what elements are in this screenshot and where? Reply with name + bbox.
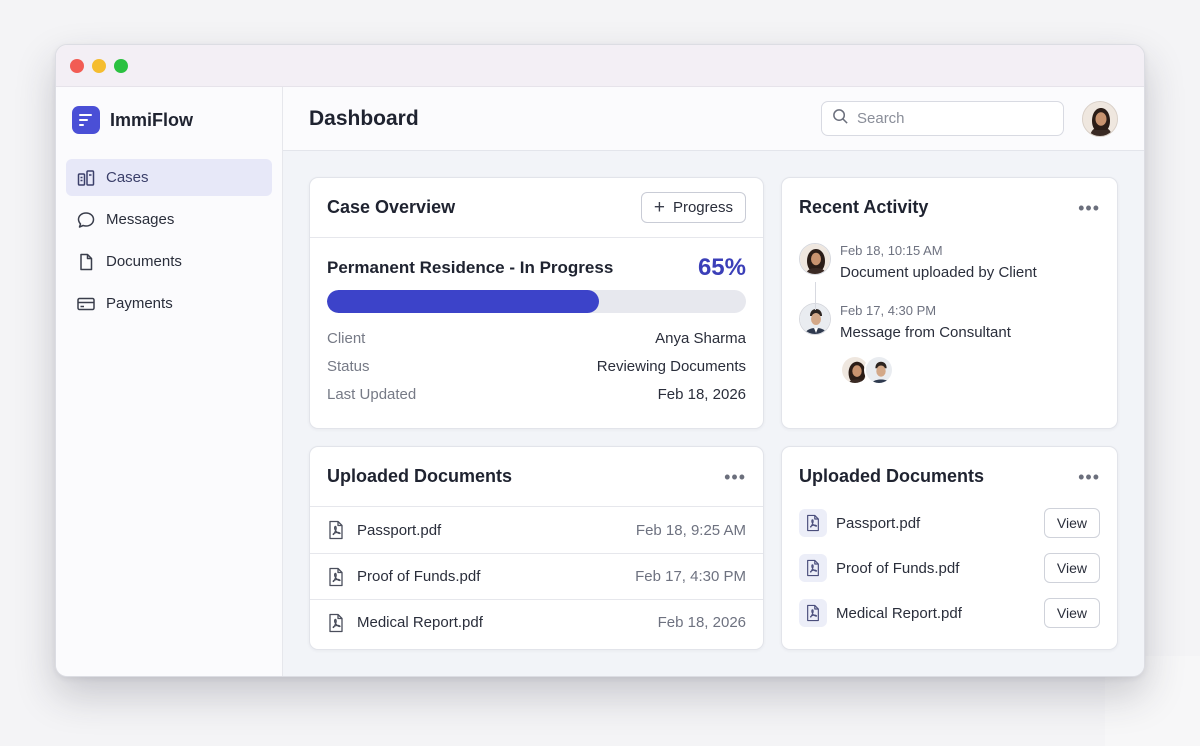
document-row[interactable]: Medical Report.pdf Feb 18, 2026 [310, 599, 763, 645]
timeline-connector [815, 282, 816, 310]
window-titlebar [56, 45, 1144, 87]
uploaded-documents-actions-card: Uploaded Documents ••• Passport.pdf View [781, 446, 1118, 650]
detail-value: Anya Sharma [655, 330, 746, 347]
minimize-window-button[interactable] [92, 58, 106, 73]
pdf-file-icon [329, 520, 343, 540]
detail-row-status: Status Reviewing Documents [327, 358, 746, 375]
case-name: Permanent Residence - In Progress [327, 258, 614, 277]
app-window: ImmiFlow Cases Messages Documents Paymen… [55, 44, 1145, 677]
brand-name: ImmiFlow [110, 109, 194, 130]
credit-card-icon [76, 294, 96, 314]
sidebar-item-label: Cases [106, 169, 149, 186]
brand[interactable]: ImmiFlow [66, 105, 272, 135]
pdf-file-icon [799, 509, 827, 537]
sidebar-item-label: Documents [106, 253, 182, 270]
activity-item: Feb 17, 4:30 PM Message from Consultant [799, 303, 1100, 341]
document-name: Medical Report.pdf [836, 604, 962, 622]
progress-bar [327, 290, 746, 313]
case-details: Client Anya Sharma Status Reviewing Docu… [327, 330, 746, 403]
document-row: Proof of Funds.pdf View [799, 553, 1100, 583]
user-avatar[interactable] [1082, 100, 1118, 137]
progress-bar-fill [327, 290, 600, 313]
view-document-button[interactable]: View [1043, 598, 1100, 628]
card-title: Recent Activity [799, 197, 929, 217]
activity-time: Feb 17, 4:30 PM [840, 303, 937, 318]
detail-row-last-updated: Last Updated Feb 18, 2026 [327, 386, 746, 403]
detail-value: Feb 18, 2026 [657, 386, 746, 403]
more-options-icon[interactable]: ••• [1078, 468, 1100, 486]
maximize-window-button[interactable] [114, 58, 128, 73]
more-options-icon[interactable]: ••• [724, 468, 746, 486]
page-title: Dashboard [309, 106, 419, 130]
activity-text: Message from Consultant [840, 324, 1011, 341]
search-icon [832, 108, 849, 130]
detail-row-client: Client Anya Sharma [327, 330, 746, 347]
close-window-button[interactable] [70, 58, 84, 73]
pdf-file-icon [799, 554, 827, 582]
document-row[interactable]: Proof of Funds.pdf Feb 17, 4:30 PM [310, 553, 763, 599]
participants-avatars [840, 355, 1100, 385]
main-area: Dashboard Search Case Overview + Progres… [283, 87, 1144, 676]
consultant-avatar [864, 355, 894, 385]
pdf-file-icon [329, 613, 343, 632]
activity-text: Document uploaded by Client [840, 264, 1037, 281]
pdf-file-icon [799, 599, 827, 627]
brand-logo-icon [72, 106, 100, 134]
document-date: Feb 18, 9:25 AM [635, 521, 746, 539]
pdf-file-icon [329, 567, 343, 586]
document-list: Passport.pdf Feb 18, 9:25 AM Proof of Fu… [310, 507, 763, 645]
search-box[interactable] [821, 101, 1064, 136]
document-row[interactable]: Passport.pdf Feb 18, 9:25 AM [310, 507, 763, 553]
sidebar-item-messages[interactable]: Messages [66, 201, 272, 238]
view-document-button[interactable]: View [1043, 508, 1100, 538]
chat-bubble-icon [76, 210, 96, 230]
sidebar: ImmiFlow Cases Messages Documents Paymen… [56, 87, 283, 676]
uploaded-documents-card: Uploaded Documents ••• Passport.pdf Feb … [309, 446, 764, 650]
search-input[interactable] [857, 110, 1047, 127]
document-name: Passport.pdf [357, 521, 442, 539]
activity-time: Feb 18, 10:15 AM [840, 243, 943, 258]
card-title: Uploaded Documents [327, 466, 513, 486]
add-progress-button[interactable]: + Progress [640, 192, 746, 223]
sidebar-nav: Cases Messages Documents Payments [66, 159, 272, 322]
detail-key: Client [327, 330, 366, 347]
card-title: Case Overview [327, 197, 456, 217]
progress-percent: 65% [697, 254, 746, 281]
top-header: Dashboard [283, 87, 1144, 151]
plus-icon: + [653, 197, 665, 218]
case-overview-card: Case Overview + Progress Permanent Resid… [309, 177, 764, 429]
document-name: Proof of Funds.pdf [836, 559, 960, 577]
activity-item: Feb 18, 10:15 AM Document uploaded by Cl… [799, 243, 1100, 281]
document-icon [76, 252, 96, 272]
detail-key: Last Updated [327, 386, 417, 403]
document-date: Feb 18, 2026 [657, 614, 746, 631]
document-name: Passport.pdf [836, 514, 921, 532]
document-row: Medical Report.pdf View [799, 598, 1100, 628]
sidebar-item-label: Messages [106, 211, 175, 228]
button-label: Progress [672, 199, 733, 216]
document-name: Medical Report.pdf [357, 614, 483, 631]
sidebar-item-label: Payments [106, 295, 173, 312]
more-options-icon[interactable]: ••• [1078, 199, 1100, 217]
detail-key: Status [327, 358, 370, 375]
document-row: Passport.pdf View [799, 508, 1100, 538]
sidebar-item-payments[interactable]: Payments [66, 285, 272, 322]
client-avatar [799, 243, 831, 275]
card-title: Uploaded Documents [799, 466, 985, 486]
recent-activity-card: Recent Activity ••• Feb 18, 10:15 AM Doc… [781, 177, 1118, 429]
cases-icon [76, 168, 96, 188]
sidebar-item-documents[interactable]: Documents [66, 243, 272, 280]
document-date: Feb 17, 4:30 PM [635, 568, 746, 585]
document-name: Proof of Funds.pdf [357, 568, 481, 585]
dashboard-grid: Case Overview + Progress Permanent Resid… [283, 151, 1144, 650]
document-action-list: Passport.pdf View Proof of Funds.pdf Vie… [782, 506, 1117, 628]
sidebar-item-cases[interactable]: Cases [66, 159, 272, 196]
detail-value: Reviewing Documents [596, 358, 746, 375]
view-document-button[interactable]: View [1043, 553, 1100, 583]
